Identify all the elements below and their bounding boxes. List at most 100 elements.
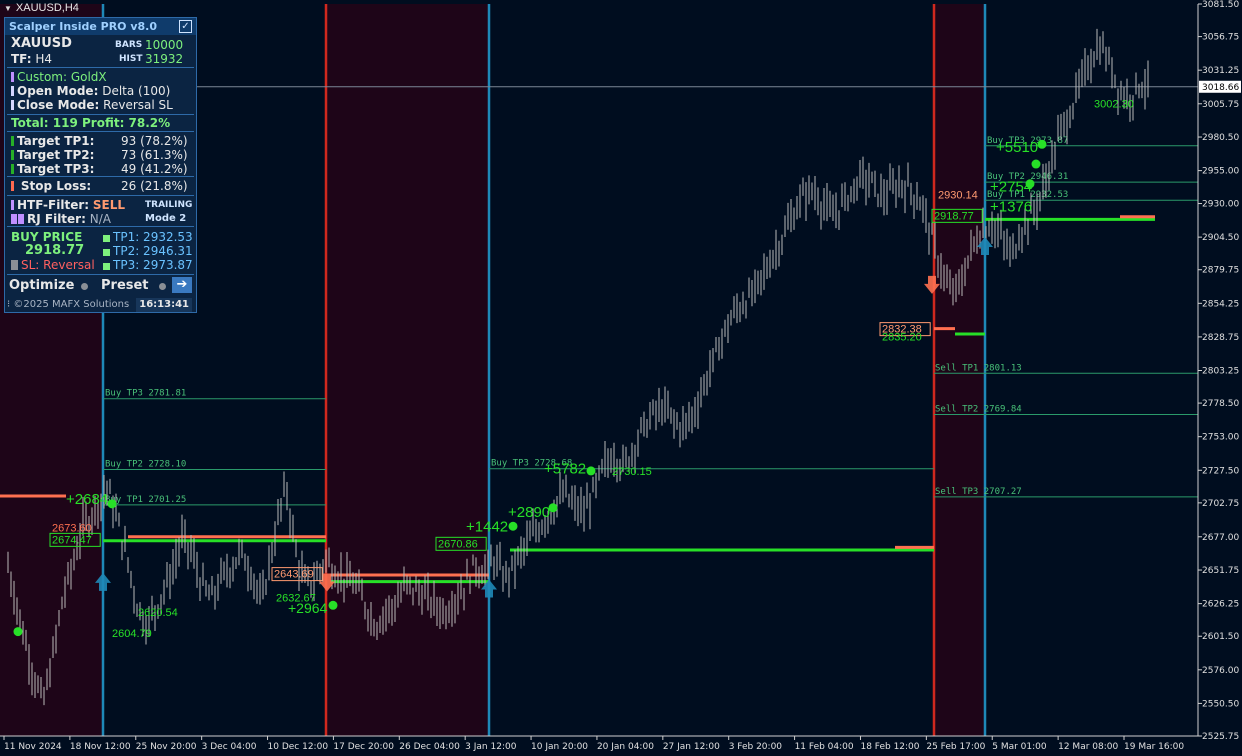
y-tick-label: 2955.00 bbox=[1202, 167, 1239, 177]
x-tick-label: 3 Dec 04:00 bbox=[202, 742, 257, 752]
x-tick-label: 10 Dec 12:00 bbox=[268, 742, 329, 752]
y-tick-label: 2601.50 bbox=[1202, 632, 1239, 642]
tp-hit-dot bbox=[13, 627, 23, 637]
mode-section: Custom: GoldX Open Mode: Delta (100) Clo… bbox=[7, 68, 194, 115]
tp-hit-dot bbox=[1037, 139, 1047, 149]
target-tp2: Target TP2: bbox=[11, 148, 94, 162]
panel-header: Scalper Inside PRO v8.0 ✓ bbox=[5, 18, 196, 35]
y-tick-label: 2930.00 bbox=[1202, 200, 1239, 210]
tp-hit-dot bbox=[107, 499, 117, 509]
chart-annotation: 2674.47 bbox=[52, 534, 92, 546]
target-tp1: Target TP1: bbox=[11, 134, 94, 148]
total-section: Total: 119 Profit: 78.2% bbox=[7, 115, 194, 132]
x-tick-label: 20 Jan 04:00 bbox=[597, 742, 654, 752]
mode-label: Mode 2 bbox=[145, 213, 187, 224]
action-row: Optimize Preset ➔ bbox=[7, 276, 194, 296]
y-tick-label: 2854.25 bbox=[1202, 299, 1239, 309]
tp-hit-dot bbox=[586, 466, 596, 476]
target-level-label: Sell TP2 2769.84 bbox=[935, 404, 1022, 414]
optimize-button[interactable]: Optimize bbox=[9, 278, 74, 293]
chart-annotation: 2918.77 bbox=[934, 210, 974, 222]
chart-annotation: +2964 bbox=[288, 600, 328, 616]
x-tick-label: 17 Dec 20:00 bbox=[333, 742, 394, 752]
timeframe: TF: H4 bbox=[11, 52, 53, 66]
chart-annotation: +2754 bbox=[990, 179, 1032, 196]
rj-filter: RJ Filter: N/A bbox=[11, 212, 111, 226]
tp-hit-dot bbox=[328, 600, 338, 610]
y-tick-label: 2778.50 bbox=[1202, 399, 1239, 409]
x-tick-label: 18 Feb 12:00 bbox=[860, 742, 919, 752]
preset-button[interactable]: Preset bbox=[101, 278, 149, 293]
y-tick-label: 2980.50 bbox=[1202, 133, 1239, 143]
x-tick-label: 25 Feb 17:00 bbox=[926, 742, 985, 752]
y-tick-label: 2626.25 bbox=[1202, 600, 1239, 610]
y-tick-label: 2879.75 bbox=[1202, 266, 1239, 276]
bars-value: 10000 bbox=[145, 38, 184, 52]
x-tick-label: 3 Jan 12:00 bbox=[465, 742, 517, 752]
target-level-label: Buy TP1 2701.25 bbox=[105, 495, 186, 505]
window-title: ▼ XAUUSD,H4 bbox=[4, 2, 79, 14]
chart-annotation: +2684 bbox=[66, 491, 108, 508]
check-icon[interactable]: ✓ bbox=[179, 20, 192, 33]
current-price-label: 3018.66 bbox=[1202, 83, 1239, 93]
chart-annotation: +5510 bbox=[996, 139, 1038, 156]
y-tick-label: 2702.75 bbox=[1202, 499, 1239, 509]
y-tick-label: 2828.75 bbox=[1202, 333, 1239, 343]
sl-reversal: SL: Reversal bbox=[11, 258, 95, 272]
target-level-label: Buy TP2 2728.10 bbox=[105, 459, 186, 469]
chart-annotation: 2620.54 bbox=[138, 607, 178, 619]
open-mode: Open Mode: Delta (100) bbox=[11, 84, 170, 98]
y-tick-label: 2727.50 bbox=[1202, 466, 1239, 476]
panel-footer: ⁝ ©2025 MAFX Solutions 16:13:41 bbox=[7, 298, 194, 312]
target-tp3: Target TP3: bbox=[11, 162, 94, 176]
y-tick-label: 3056.75 bbox=[1202, 33, 1239, 43]
buy-price-value: 2918.77 bbox=[25, 243, 85, 258]
target-tp2-value: 73 (61.3%) bbox=[121, 148, 188, 162]
tp2-line: TP2: 2946.31 bbox=[103, 244, 193, 258]
optimize-status-dot bbox=[81, 283, 88, 290]
x-tick-label: 27 Jan 12:00 bbox=[663, 742, 720, 752]
chart-annotation: +2890 bbox=[508, 504, 550, 521]
stop-loss-value: 26 (21.8%) bbox=[121, 179, 188, 193]
x-tick-label: 19 Mar 16:00 bbox=[1124, 742, 1184, 752]
close-mode: Close Mode: Reversal SL bbox=[11, 98, 173, 112]
target-level-label: Sell TP3 2707.27 bbox=[935, 487, 1022, 497]
y-tick-label: 2525.75 bbox=[1202, 732, 1239, 742]
x-tick-label: 11 Feb 04:00 bbox=[795, 742, 854, 752]
tp1-line: TP1: 2932.53 bbox=[103, 230, 193, 244]
chart-annotation: 2643.69 bbox=[274, 569, 314, 581]
preset-status-dot bbox=[159, 283, 166, 290]
stop-loss-section: Stop Loss: 26 (21.8%) bbox=[7, 177, 194, 196]
trailing-label: TRAILING bbox=[145, 200, 193, 210]
chart-annotation: 3002.30 bbox=[1094, 98, 1134, 110]
y-tick-label: 2677.00 bbox=[1202, 533, 1239, 543]
x-tick-label: 5 Mar 01:00 bbox=[992, 742, 1047, 752]
x-tick-label: 18 Nov 12:00 bbox=[70, 742, 131, 752]
chart-annotation: 2730.15 bbox=[612, 466, 652, 478]
target-tp1-value: 93 (78.2%) bbox=[121, 134, 188, 148]
x-tick-label: 10 Jan 20:00 bbox=[531, 742, 588, 752]
x-tick-label: 26 Dec 04:00 bbox=[399, 742, 460, 752]
y-tick-label: 2803.25 bbox=[1202, 366, 1239, 376]
y-tick-label: 2651.75 bbox=[1202, 566, 1239, 576]
x-tick-label: 3 Feb 20:00 bbox=[729, 742, 783, 752]
chevron-down-icon[interactable]: ▼ bbox=[4, 4, 12, 13]
custom-preset: Custom: GoldX bbox=[11, 70, 107, 84]
chart-annotation: 2604.79 bbox=[112, 628, 152, 640]
bars-label: BARS bbox=[115, 40, 143, 50]
tp3-line: TP3: 2973.87 bbox=[103, 258, 193, 272]
chart-annotation: +1376 bbox=[990, 198, 1032, 215]
buy-price-label: BUY PRICE bbox=[11, 230, 83, 244]
chart-annotation: 2835.20 bbox=[882, 332, 922, 344]
chart-annotation: +5782 bbox=[544, 461, 586, 478]
stop-loss: Stop Loss: bbox=[11, 179, 91, 193]
y-tick-label: 3081.50 bbox=[1202, 0, 1239, 10]
symbol-section: XAUUSD TF: H4 BARS 10000 HIST 31932 bbox=[7, 35, 194, 68]
chart-annotation: 2930.14 bbox=[938, 189, 978, 201]
y-tick-label: 2576.00 bbox=[1202, 666, 1239, 676]
x-tick-label: 11 Nov 2024 bbox=[4, 742, 62, 752]
y-tick-label: 3005.75 bbox=[1202, 100, 1239, 110]
x-tick-label: 25 Nov 20:00 bbox=[136, 742, 197, 752]
arrow-right-icon[interactable]: ➔ bbox=[172, 277, 192, 293]
hist-value: 31932 bbox=[145, 52, 184, 66]
